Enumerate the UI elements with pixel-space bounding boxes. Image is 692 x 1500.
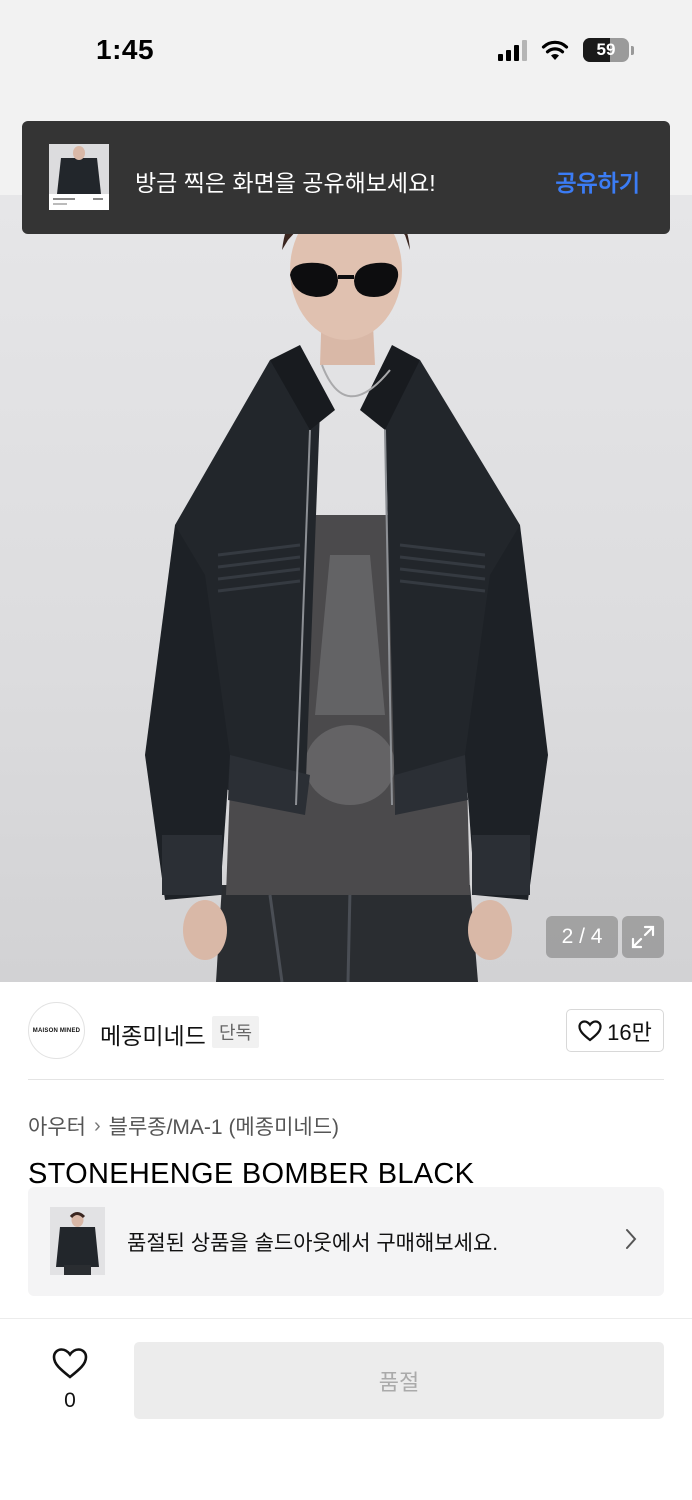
brand-logo[interactable]: MAISON MINED [28, 1002, 85, 1059]
breadcrumb: 아우터 › 블루종/MA-1 (메종미네드) [28, 1111, 339, 1141]
fullscreen-button[interactable] [622, 916, 664, 958]
screenshot-thumbnail[interactable] [49, 144, 109, 210]
soldout-banner-text: 품절된 상품을 솔드아웃에서 구매해보세요. [127, 1232, 499, 1255]
cellular-signal-icon [498, 39, 527, 61]
banner-product-thumbnail [50, 1207, 105, 1275]
brand-like-button[interactable]: 16만 [566, 1009, 664, 1052]
soldout-banner[interactable]: 품절된 상품을 솔드아웃에서 구매해보세요. [28, 1187, 664, 1296]
expand-icon [631, 925, 655, 949]
wishlist-heart-icon[interactable] [52, 1347, 88, 1380]
brand-name[interactable]: 메종미네드 [100, 1017, 206, 1051]
chevron-right-icon: › [93, 1114, 101, 1137]
share-button[interactable]: 공유하기 [555, 164, 640, 198]
share-screenshot-toast: 방금 찍은 화면을 공유해보세요! 공유하기 [22, 121, 670, 234]
wishlist-count: 0 [64, 1389, 76, 1412]
model-illustration [145, 195, 548, 982]
brand-like-count: 16만 [607, 1019, 652, 1045]
product-photo[interactable] [0, 195, 692, 982]
status-time: 1:45 [96, 34, 155, 65]
heart-icon [578, 1019, 602, 1041]
bottom-action-bar: 0 품절 [0, 1318, 692, 1500]
toast-message: 방금 찍은 화면을 공유해보세요! [135, 170, 436, 196]
banner-product-image [50, 1207, 105, 1275]
battery-level: 59 [596, 40, 616, 59]
breadcrumb-category[interactable]: 아우터 [28, 1111, 86, 1141]
status-bar: 1:45 59 [0, 0, 692, 100]
screenshot-preview-image [49, 144, 109, 205]
divider [28, 1079, 664, 1080]
breadcrumb-subcategory[interactable]: 블루종/MA-1 (메종미네드) [109, 1111, 339, 1141]
chevron-right-icon [626, 1229, 637, 1249]
image-counter: 2 / 4 [546, 916, 618, 958]
exclusive-badge: 단독 [212, 1016, 260, 1048]
status-icons: 59 [498, 38, 634, 62]
brand-row: MAISON MINED 메종미네드 단독 16만 [28, 1002, 664, 1060]
battery-icon: 59 [583, 38, 629, 62]
wifi-icon [541, 40, 569, 60]
soldout-button[interactable]: 품절 [134, 1342, 664, 1419]
